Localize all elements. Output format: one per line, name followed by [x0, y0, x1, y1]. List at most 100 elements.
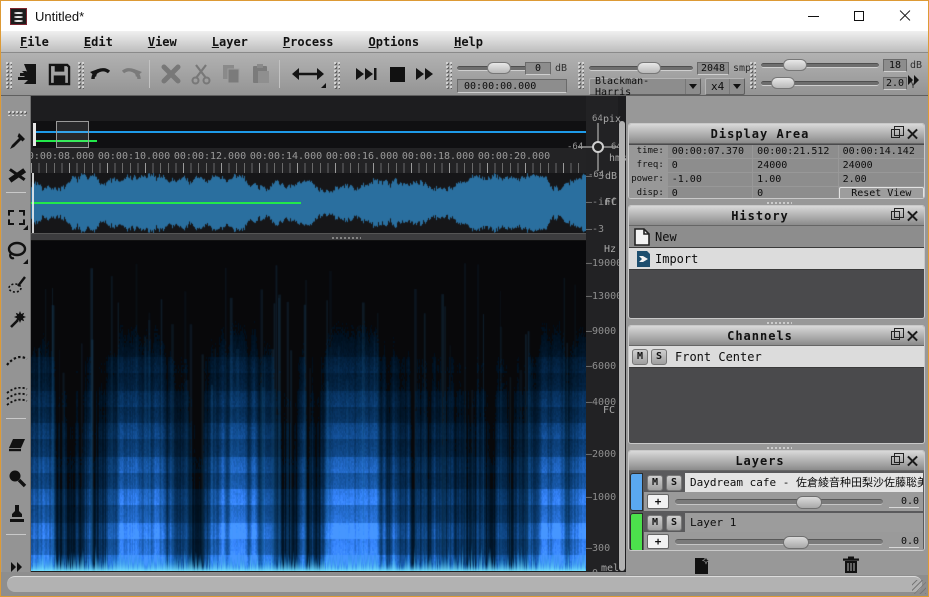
import-button[interactable] — [13, 59, 41, 89]
time-end-field[interactable]: 00:00:21.512 — [753, 145, 837, 158]
add-effect-button[interactable]: + — [647, 534, 669, 549]
time-start-field[interactable]: 00:00:07.370 — [668, 145, 752, 158]
fft-size-slider[interactable] — [589, 62, 693, 74]
menu-help[interactable]: Help — [445, 33, 492, 51]
toolbar-grip[interactable] — [333, 61, 340, 89]
lasso-select-tool[interactable] — [5, 238, 28, 264]
float-panel-icon[interactable] — [891, 129, 900, 138]
layer-gain-value[interactable]: 0.0 — [889, 496, 919, 508]
gamma-slider[interactable] — [761, 77, 879, 89]
overview-bar[interactable] — [33, 121, 586, 148]
toolbar-grip[interactable] — [577, 61, 584, 89]
mute-button[interactable]: M — [632, 349, 648, 365]
spectrogram-view[interactable] — [31, 241, 586, 571]
history-titlebar[interactable]: History — [629, 206, 924, 226]
rectangle-select-tool[interactable] — [5, 204, 28, 230]
mute-button[interactable]: M — [647, 515, 663, 531]
display-area-titlebar[interactable]: Display Area — [629, 124, 924, 144]
layer-name[interactable]: Daydream cafe - 佐倉綾音种田梨沙佐藤聡美内 — [685, 473, 923, 492]
time-length-field[interactable]: 00:00:14.142 — [839, 145, 924, 158]
pan-knob[interactable] — [592, 141, 604, 153]
measure-tool[interactable] — [5, 162, 28, 188]
display-gain-slider[interactable] — [761, 59, 879, 71]
zoom-tool[interactable] — [5, 466, 28, 492]
close-panel-icon[interactable] — [907, 128, 918, 139]
add-effect-button[interactable]: + — [647, 494, 669, 509]
play-forward-button[interactable] — [353, 59, 379, 89]
toolbar-overflow-button[interactable] — [903, 65, 925, 95]
frequency-select-tool[interactable] — [5, 348, 28, 374]
waveform-view[interactable] — [31, 173, 586, 233]
overview-view-rect[interactable] — [56, 121, 89, 148]
save-button[interactable] — [45, 59, 73, 89]
close-button[interactable] — [882, 1, 928, 31]
time-display[interactable]: 00:00:00.000 — [457, 79, 567, 93]
overview-playhead[interactable] — [33, 123, 36, 146]
history-item-import[interactable]: Import — [629, 248, 924, 270]
layer-gain-slider[interactable] — [675, 499, 883, 505]
power-min-field[interactable]: -1.00 — [668, 173, 752, 186]
paste-button[interactable] — [247, 59, 275, 89]
time-ruler[interactable]: 00:00:08.000 00:00:10.000 00:00:12.000 0… — [31, 148, 586, 173]
float-panel-icon[interactable] — [891, 456, 900, 465]
menu-edit[interactable]: Edit — [75, 33, 122, 51]
menu-view[interactable]: View — [139, 33, 186, 51]
window-function-select[interactable]: Blackman-Harris — [589, 78, 701, 95]
menu-file[interactable]: File — [11, 33, 58, 51]
brush-select-tool[interactable] — [5, 272, 28, 298]
minimize-button[interactable] — [790, 1, 836, 31]
resize-grip[interactable] — [912, 580, 926, 594]
layer-gain-handle[interactable] — [783, 536, 809, 549]
redo-button[interactable] — [117, 59, 145, 89]
layer-row[interactable]: M S Daydream cafe - 佐倉綾音种田梨沙佐藤聡美内 + 0.0 — [630, 473, 923, 511]
spectrogram-canvas[interactable] — [31, 241, 586, 571]
float-panel-icon[interactable] — [891, 211, 900, 220]
history-item-new[interactable]: New — [629, 226, 924, 248]
vertical-scrollbar[interactable] — [619, 121, 625, 571]
delete-layer-button[interactable] — [777, 554, 926, 575]
monitor-gain-value[interactable]: 0 — [525, 62, 551, 75]
reset-view-button[interactable]: Reset View — [839, 187, 924, 199]
close-panel-icon[interactable] — [907, 455, 918, 466]
undo-button[interactable] — [87, 59, 115, 89]
toolbar-grip[interactable] — [749, 61, 756, 89]
menu-layer[interactable]: Layer — [203, 33, 257, 51]
maximize-button[interactable] — [836, 1, 882, 31]
eraser-tool[interactable] — [5, 432, 28, 458]
toolbar-grip[interactable] — [77, 61, 84, 89]
horizontal-scrollbar[interactable] — [7, 576, 922, 592]
cut-button[interactable] — [187, 59, 215, 89]
layer-row[interactable]: M S Layer 1 + 0.0 — [630, 513, 923, 551]
menu-options[interactable]: Options — [360, 33, 429, 51]
copy-button[interactable] — [217, 59, 245, 89]
close-panel-icon[interactable] — [907, 330, 918, 341]
mute-button[interactable]: M — [647, 475, 663, 491]
play-to-end-button[interactable] — [413, 59, 439, 89]
delete-button[interactable] — [157, 59, 185, 89]
disp-y-field[interactable]: 0 — [753, 187, 837, 199]
channel-row[interactable]: M S Front Center — [629, 346, 924, 368]
pan-mode-button[interactable] — [289, 59, 327, 89]
palette-grip[interactable] — [7, 110, 27, 116]
freq-min-field[interactable]: 0 — [668, 159, 752, 172]
stop-button[interactable] — [385, 59, 409, 89]
oversample-select[interactable]: x4 — [705, 78, 745, 95]
layer-color-swatch[interactable] — [630, 473, 643, 511]
layer-color-swatch[interactable] — [630, 513, 643, 551]
power-gamma-field[interactable]: 2.00 — [839, 173, 924, 186]
new-layer-button[interactable] — [628, 554, 777, 575]
float-panel-icon[interactable] — [891, 331, 900, 340]
toolbar-grip[interactable] — [5, 61, 12, 89]
layer-gain-slider[interactable] — [675, 539, 883, 545]
close-panel-icon[interactable] — [907, 210, 918, 221]
harmonics-select-tool[interactable] — [5, 384, 28, 410]
picker-tool[interactable] — [5, 128, 28, 154]
solo-button[interactable]: S — [666, 515, 682, 531]
power-max-field[interactable]: 1.00 — [753, 173, 837, 186]
disp-x-field[interactable]: 0 — [668, 187, 752, 199]
layers-titlebar[interactable]: Layers — [629, 451, 924, 471]
solo-button[interactable]: S — [651, 349, 667, 365]
horizontal-splitter[interactable] — [31, 233, 618, 241]
layer-gain-handle[interactable] — [796, 496, 822, 509]
menu-process[interactable]: Process — [274, 33, 343, 51]
